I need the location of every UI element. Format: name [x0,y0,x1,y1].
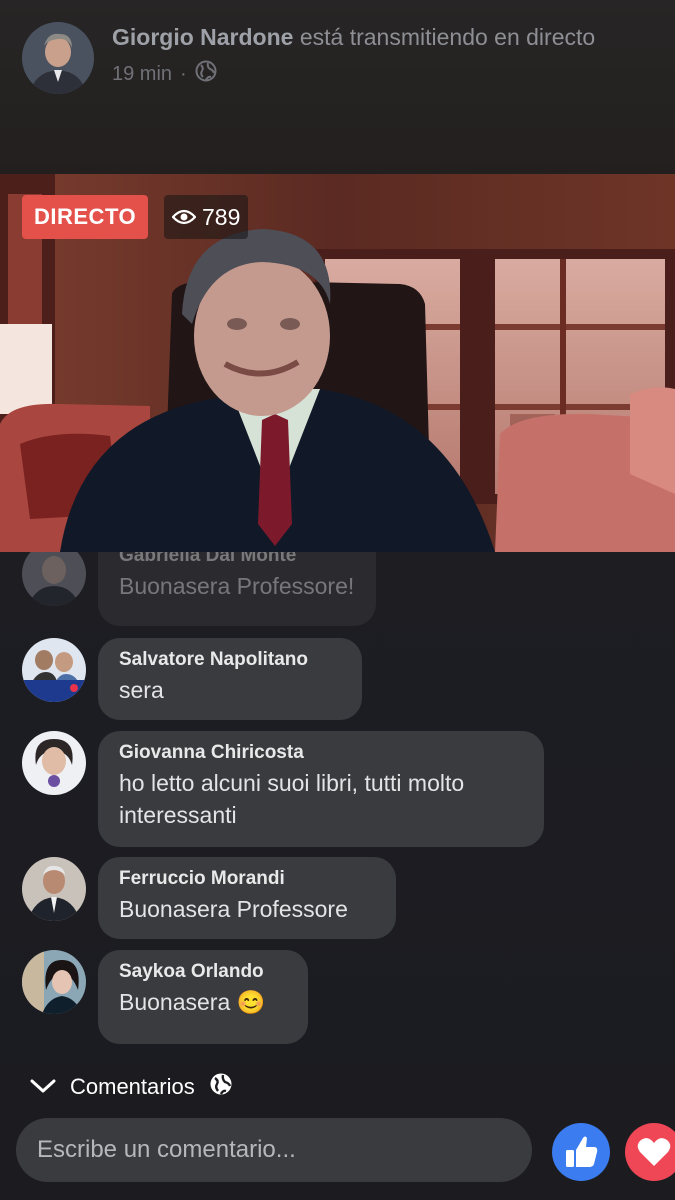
viewer-count-badge: 789 [164,195,249,239]
comment-bubble[interactable]: Saykoa Orlando Buonasera 😊 [98,950,308,1044]
comment-author[interactable]: Ferruccio Morandi [119,867,374,891]
meta-separator: · [180,62,187,85]
comment-author[interactable]: Giovanna Chiricosta [119,741,522,765]
post-title: Giorgio Nardone está transmitiendo en di… [112,22,672,52]
heart-icon [625,1138,675,1185]
comment-text: Buonasera 😊 [119,989,266,1015]
comment-author[interactable]: Salvatore Napolitano [119,648,340,672]
live-badge: DIRECTO [22,195,149,239]
comment-text: ho letto alcuni suoi libri, tutti molto … [119,770,465,828]
comment-author[interactable]: Saykoa Orlando [119,960,286,984]
author-name[interactable]: Giorgio Nardone [112,24,293,50]
comment-bubble[interactable]: Salvatore Napolitano sera [98,638,362,720]
globe-icon [195,60,217,88]
eye-icon [171,195,197,239]
live-video[interactable]: DIRECTO 789 [0,174,675,552]
comment-text: Buonasera Professore [119,896,348,922]
commenter-avatar[interactable] [22,552,86,606]
comment-bubble[interactable]: Giovanna Chiricosta ho letto alcuni suoi… [98,731,544,847]
commenter-avatar[interactable] [22,857,86,921]
comments-toggle[interactable]: Comentarios [30,1072,233,1102]
commenter-avatar[interactable] [22,638,86,702]
like-button[interactable] [552,1123,610,1181]
chevron-down-icon [30,1074,56,1100]
comment-bubble[interactable]: Ferruccio Morandi Buonasera Professore [98,857,396,939]
love-button[interactable] [625,1123,675,1181]
commenter-avatar[interactable] [22,731,86,795]
comments-label: Comentarios [70,1074,195,1099]
commenter-avatar[interactable] [22,950,86,1014]
viewer-count: 789 [202,204,241,230]
thumbs-up-icon [552,1136,610,1185]
comment-text: sera [119,677,164,703]
comment-input[interactable]: Escribe un comentario... [16,1118,532,1182]
comment-bubble[interactable]: Gabriella Dal Monte Buonasera Professore… [98,552,377,626]
author-avatar[interactable] [22,22,94,94]
globe-icon [209,1072,233,1102]
live-comments-feed[interactable]: Gabriella Dal Monte Buonasera Professore… [0,552,675,1062]
post-time[interactable]: 19 min [112,63,172,86]
comment-text: Buonasera Professore! [119,573,355,599]
post-header: Giorgio Nardone está transmitiendo en di… [0,0,675,174]
post-action: está transmitiendo en directo [299,24,596,50]
comment-author[interactable]: Gabriella Dal Monte [119,552,354,568]
post-meta: 19 min · [112,60,217,88]
